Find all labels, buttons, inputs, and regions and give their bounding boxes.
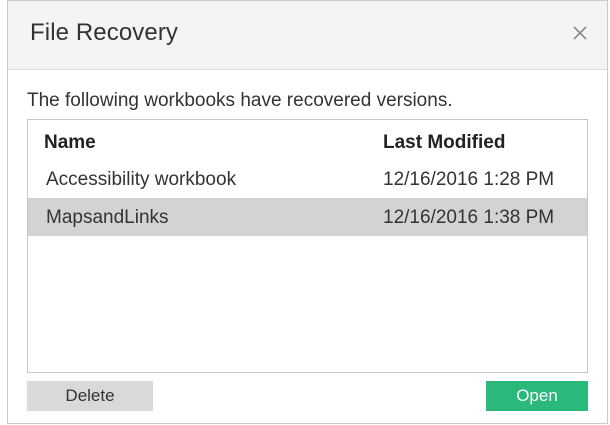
dialog-header: File Recovery	[8, 1, 607, 70]
open-button[interactable]: Open	[486, 381, 588, 411]
dialog-title: File Recovery	[30, 19, 179, 46]
workbook-name: MapsandLinks	[46, 207, 169, 228]
recovered-workbooks-list: Name Last Modified Accessibility workboo…	[27, 119, 588, 373]
list-item[interactable]: Accessibility workbook 12/16/2016 1:28 P…	[28, 160, 587, 198]
file-recovery-dialog: File Recovery The following workbooks ha…	[7, 0, 608, 424]
workbook-last-modified: 12/16/2016 1:38 PM	[383, 207, 555, 228]
workbook-last-modified: 12/16/2016 1:28 PM	[383, 169, 555, 190]
list-header: Name Last Modified	[28, 120, 587, 160]
column-header-name[interactable]: Name	[44, 132, 96, 154]
close-icon[interactable]	[571, 18, 593, 44]
list-item[interactable]: MapsandLinks 12/16/2016 1:38 PM	[28, 198, 587, 236]
column-header-last-modified[interactable]: Last Modified	[383, 132, 505, 154]
recovery-message: The following workbooks have recovered v…	[27, 90, 453, 111]
workbook-name: Accessibility workbook	[46, 169, 237, 190]
delete-button[interactable]: Delete	[27, 381, 153, 411]
